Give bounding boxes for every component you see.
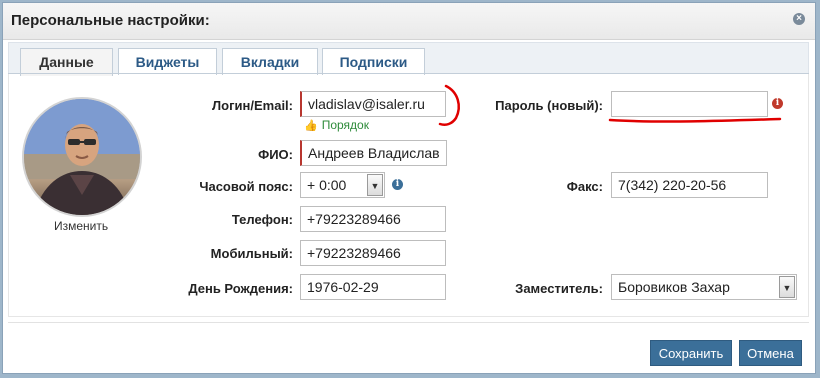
annotation-underline — [608, 117, 782, 123]
annotation-bracket — [438, 84, 460, 126]
footer-divider — [8, 322, 809, 323]
save-button[interactable]: Сохранить — [650, 340, 732, 366]
cancel-button[interactable]: Отмена — [739, 340, 802, 366]
